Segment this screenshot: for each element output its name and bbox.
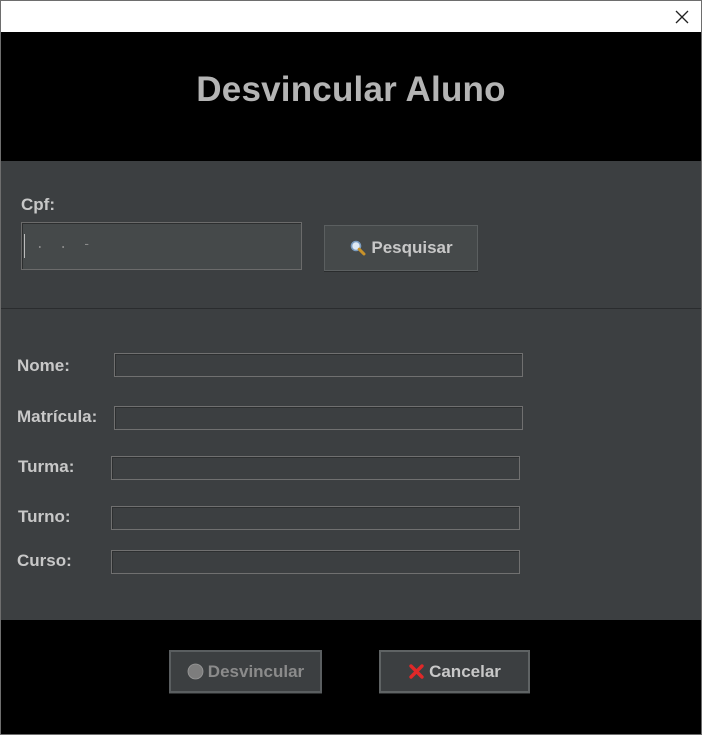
search-button-label: Pesquisar <box>371 238 453 257</box>
footer-panel: Desvincular Cancelar <box>1 620 701 734</box>
magnifier-icon <box>349 239 367 257</box>
close-icon <box>675 10 689 24</box>
title-bar <box>1 1 701 32</box>
student-form: Nome: Matrícula: Turma: Turno: Curso: <box>1 309 701 620</box>
header-panel: Desvincular Aluno <box>1 32 701 161</box>
search-panel: Cpf: . . - Pesquisar <box>1 161 701 309</box>
unlink-button[interactable]: Desvincular <box>169 650 322 693</box>
name-field[interactable] <box>114 353 523 377</box>
unlink-button-label: Desvincular <box>207 661 305 681</box>
course-label: Curso: <box>17 551 72 570</box>
class-label: Turma: <box>18 457 75 476</box>
course-field[interactable] <box>111 550 520 574</box>
class-field[interactable] <box>111 456 520 480</box>
close-button[interactable] <box>669 4 695 30</box>
cpf-label: Cpf: <box>21 195 55 214</box>
text-caret <box>24 234 25 258</box>
red-x-icon <box>408 663 425 680</box>
page-title: Desvincular Aluno <box>196 70 506 109</box>
cpf-input-value: . . - <box>28 237 91 252</box>
registration-label: Matrícula: <box>17 407 98 426</box>
registration-field[interactable] <box>114 406 523 430</box>
name-label: Nome: <box>17 356 70 375</box>
shift-label: Turno: <box>18 507 71 526</box>
dialog-window: Desvincular Aluno Cpf: . . - Pesquisar N… <box>0 0 702 735</box>
disabled-circle-icon <box>187 663 204 680</box>
shift-field[interactable] <box>111 506 520 530</box>
cancel-button-label: Cancelar <box>429 661 501 681</box>
cpf-input[interactable]: . . - <box>21 222 302 270</box>
search-button[interactable]: Pesquisar <box>324 225 478 271</box>
cancel-button[interactable]: Cancelar <box>379 650 530 693</box>
